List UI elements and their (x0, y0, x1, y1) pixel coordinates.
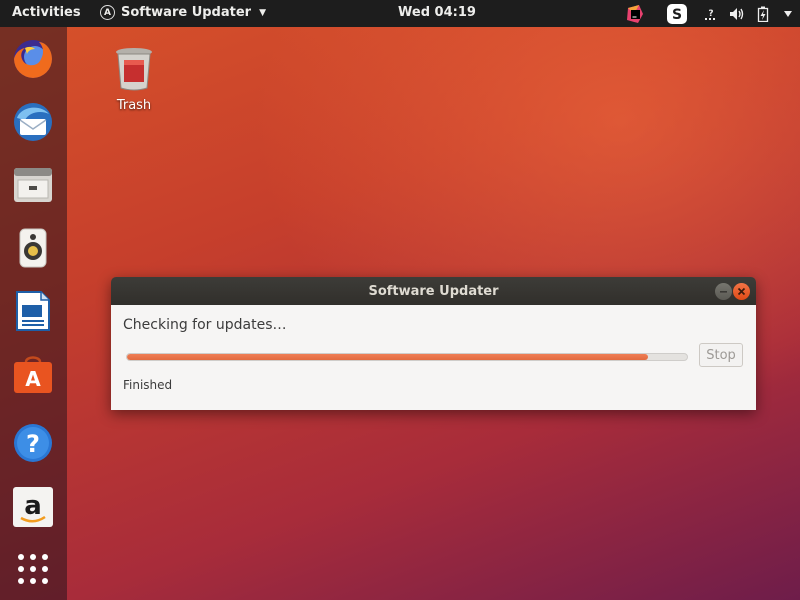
libreoffice-writer-icon[interactable] (11, 289, 55, 333)
clock[interactable]: Wed 04:19 (398, 5, 476, 20)
minimize-button[interactable] (715, 283, 732, 300)
system-menu-caret-icon[interactable] (776, 0, 800, 27)
network-unknown-icon[interactable]: ? (698, 0, 724, 27)
close-icon (737, 287, 746, 296)
help-icon[interactable]: ? (11, 421, 55, 465)
detail-text: Finished (123, 378, 173, 392)
app-menu[interactable]: A Software Updater ▼ (100, 5, 266, 20)
battery-icon[interactable] (750, 0, 776, 27)
close-button[interactable] (733, 283, 750, 300)
files-icon[interactable] (11, 163, 55, 207)
skype-icon[interactable]: S (656, 0, 698, 27)
svg-text:?: ? (26, 430, 40, 458)
svg-text:?: ? (708, 9, 713, 19)
progress-fill (127, 354, 648, 360)
stop-button[interactable]: Stop (699, 343, 743, 367)
trash-desktop-item[interactable]: Trash (108, 46, 160, 113)
svg-text:S: S (672, 7, 682, 23)
top-bar: Activities A Software Updater ▼ Wed 04:1… (0, 0, 800, 27)
dock: A ? a (0, 27, 67, 600)
ubuntu-software-icon[interactable]: A (11, 352, 55, 396)
firefox-icon[interactable] (11, 37, 55, 81)
dialog-body: Checking for updates… Stop Finished (111, 305, 756, 410)
volume-icon[interactable] (724, 0, 750, 27)
trash-icon (116, 48, 152, 91)
thunderbird-icon[interactable] (11, 100, 55, 144)
rhythmbox-icon[interactable] (11, 226, 55, 270)
dialog-title: Software Updater (368, 283, 499, 299)
jetbrains-toolbox-icon[interactable] (614, 0, 656, 27)
dialog-titlebar[interactable]: Software Updater (111, 277, 756, 305)
minimize-icon (720, 291, 727, 293)
software-updater-dialog: Software Updater Checking for updates… S… (111, 277, 756, 410)
trash-label: Trash (116, 98, 152, 113)
svg-text:a: a (24, 491, 42, 521)
progress-bar (126, 353, 688, 361)
svg-text:A: A (25, 367, 41, 391)
software-updater-icon: A (100, 5, 115, 20)
activities-button[interactable]: Activities (12, 5, 81, 20)
show-applications-icon[interactable] (11, 547, 55, 591)
chevron-down-icon: ▼ (259, 7, 267, 18)
system-tray: S ? (614, 0, 800, 27)
amazon-icon[interactable]: a (11, 485, 55, 529)
status-text: Checking for updates… (123, 317, 287, 333)
app-menu-label: Software Updater (121, 5, 252, 20)
